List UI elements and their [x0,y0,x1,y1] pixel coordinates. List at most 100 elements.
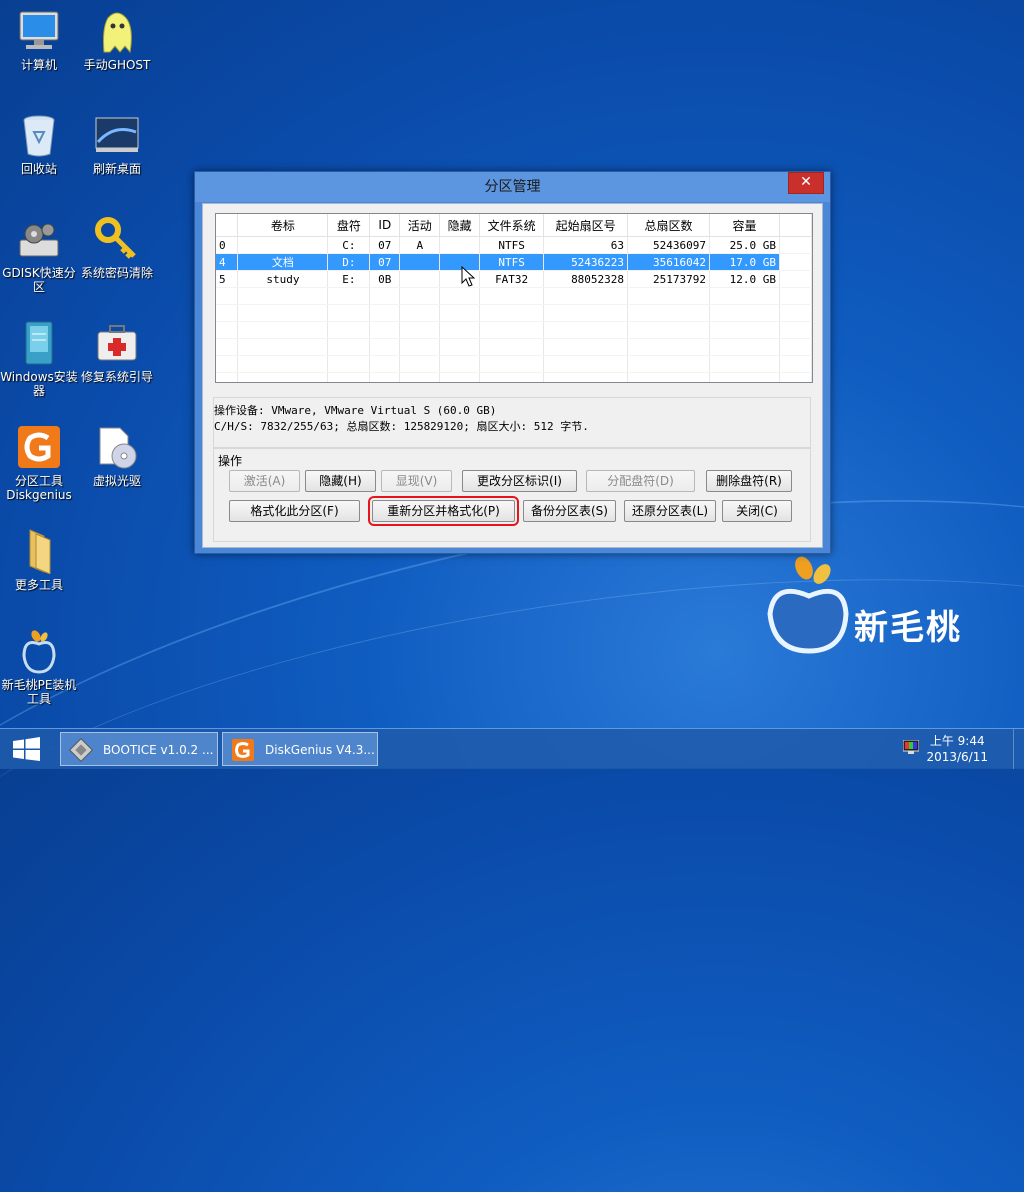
cell-start: 63 [543,236,629,254]
partition-manager-window[interactable]: 分区管理 ✕ 卷标 盘符 ID 活动 隐藏 文件系统 起始扇区号 总扇区数 容量 [194,171,831,554]
gdisk-icon [16,216,62,262]
partition-table[interactable]: 卷标 盘符 ID 活动 隐藏 文件系统 起始扇区号 总扇区数 容量 0 C: 0… [215,213,813,383]
start-button[interactable] [0,729,54,769]
restore-partition-table-button[interactable]: 还原分区表(L) [624,500,716,522]
cell-active: A [399,236,441,254]
desktop-icon-windows-installer[interactable]: Windows安装器 [0,320,78,398]
display-settings-icon[interactable] [902,739,920,757]
cell-label [237,236,329,254]
show-desktop-button[interactable] [1013,729,1024,769]
desktop-icon-more-tools[interactable]: 更多工具 [0,528,78,592]
desktop-icon-label: 手动GHOST [83,58,151,72]
geometry-info-line: C/H/S: 7832/255/63; 总扇区数: 125829120; 扇区大… [214,420,589,433]
recycle-bin-icon [16,112,62,158]
window-titlebar[interactable]: 分区管理 [195,172,830,202]
column-header[interactable]: ID [369,214,401,237]
clock-time: 上午 9:44 [929,734,985,748]
brand-logo: 新毛桃 [764,556,1004,666]
column-header[interactable]: 文件系统 [479,214,545,237]
mouse-cursor-icon [461,265,476,291]
taskbar-item-bootice[interactable]: BOOTICE v1.0.2 ... [60,732,218,766]
taskbar: BOOTICE v1.0.2 ... DiskGenius V4.3... 上午… [0,728,1024,769]
desktop-icon-password[interactable]: 系统密码清除 [78,216,156,280]
cell-total: 52436097 [627,236,710,254]
desktop-icon-label: 系统密码清除 [80,266,153,280]
desktop-icon-refresh[interactable]: 刷新桌面 [78,112,156,176]
brand-logo-text: 新毛桃 [854,608,962,648]
table-row-empty [216,338,812,356]
cell-fs: NTFS [479,236,545,254]
desktop-icon-label: 新毛桃PE装机工具 [1,678,77,706]
change-partition-id-button[interactable]: 更改分区标识(I) [462,470,577,492]
desktop-icon-label: 计算机 [20,58,57,72]
desktop-icon-pe-installer[interactable]: 新毛桃PE装机工具 [0,628,78,706]
column-header[interactable]: 隐藏 [439,214,481,237]
cell-active [399,253,441,271]
cell-fs: NTFS [479,253,545,271]
folder-icon [16,528,62,575]
windows-logo-icon [13,737,40,761]
virtual-drive-icon [94,424,140,470]
cell-drive: E: [327,270,371,288]
table-header: 卷标 盘符 ID 活动 隐藏 文件系统 起始扇区号 总扇区数 容量 [216,214,812,237]
show-button[interactable]: 显现(V) [381,470,452,492]
cell-no: 0 [216,236,239,254]
desktop-icon-label: 更多工具 [14,578,63,592]
assign-drive-letter-button[interactable]: 分配盘符(D) [586,470,695,492]
cell-id: 07 [369,253,401,271]
column-header[interactable]: 容量 [709,214,780,237]
key-icon [94,216,140,262]
format-partition-button[interactable]: 格式化此分区(F) [229,500,360,522]
window-body: 卷标 盘符 ID 活动 隐藏 文件系统 起始扇区号 总扇区数 容量 0 C: 0… [202,203,823,548]
column-header[interactable]: 起始扇区号 [543,214,629,237]
cell-size: 25.0 GB [709,236,780,254]
desktop-icon-label: Windows安装器 [0,370,78,398]
desktop-icon-label: 分区工具Diskgenius [6,474,72,502]
window-title: 分区管理 [484,179,541,195]
ghost-icon [94,8,140,54]
column-header[interactable]: 总扇区数 [627,214,710,237]
table-row-empty [216,287,812,305]
repartition-and-format-button[interactable]: 重新分区并格式化(P) [368,496,519,526]
desktop-icon-computer[interactable]: 计算机 [0,8,78,72]
refresh-desktop-icon [94,112,140,158]
window-close-button[interactable]: ✕ [788,172,824,194]
desktop-icon-repair-boot[interactable]: 修复系统引导 [78,320,156,384]
cell-id: 0B [369,270,401,288]
desktop-icon-virtual-drive[interactable]: 虚拟光驱 [78,424,156,488]
desktop-icon-recycle-bin[interactable]: 回收站 [0,112,78,176]
backup-partition-table-button[interactable]: 备份分区表(S) [523,500,616,522]
desktop-icon-diskgenius[interactable]: 分区工具Diskgenius [0,424,78,502]
column-header-no[interactable] [216,214,239,237]
desktop-icon-label: 虚拟光驱 [92,474,141,488]
column-header[interactable]: 活动 [399,214,441,237]
windows-installer-icon [16,320,62,366]
column-header[interactable]: 卷标 [237,214,329,237]
table-row[interactable]: 0 C: 07 A NTFS 63 52436097 25.0 GB [216,236,812,254]
table-row-empty [216,304,812,322]
desktop-icon-gdisk[interactable]: GDISK快速分区 [0,216,78,294]
cell-hidden [439,236,481,254]
desktop-icon-label: GDISK快速分区 [2,266,76,294]
cell-active [399,270,441,288]
cell-size: 17.0 GB [709,253,780,271]
table-row-selected[interactable]: 4 文档 D: 07 NTFS 52436223 35616042 17.0 G… [216,253,812,271]
taskbar-item-label: DiskGenius V4.3... [265,743,375,757]
first-aid-kit-icon [94,320,140,366]
column-header[interactable]: 盘符 [327,214,371,237]
system-clock[interactable]: 上午 9:44 2013/6/11 [926,733,988,765]
activate-button[interactable]: 激活(A) [229,470,300,492]
cell-fs: FAT32 [479,270,545,288]
hide-button[interactable]: 隐藏(H) [305,470,376,492]
close-button[interactable]: 关闭(C) [722,500,792,522]
desktop-icon-ghost[interactable]: 手动GHOST [78,8,156,72]
peach-icon [16,628,62,674]
taskbar-item-diskgenius[interactable]: DiskGenius V4.3... [222,732,378,766]
device-info-line: 操作设备: VMware, VMware Virtual S (60.0 GB) [214,404,497,417]
table-row-empty [216,372,812,382]
table-row[interactable]: 5 study E: 0B FAT32 88052328 25173792 12… [216,270,812,288]
delete-drive-letter-button[interactable]: 删除盘符(R) [706,470,792,492]
desktop-icon-label: 刷新桌面 [92,162,141,176]
cell-no: 5 [216,270,239,288]
cell-id: 07 [369,236,401,254]
